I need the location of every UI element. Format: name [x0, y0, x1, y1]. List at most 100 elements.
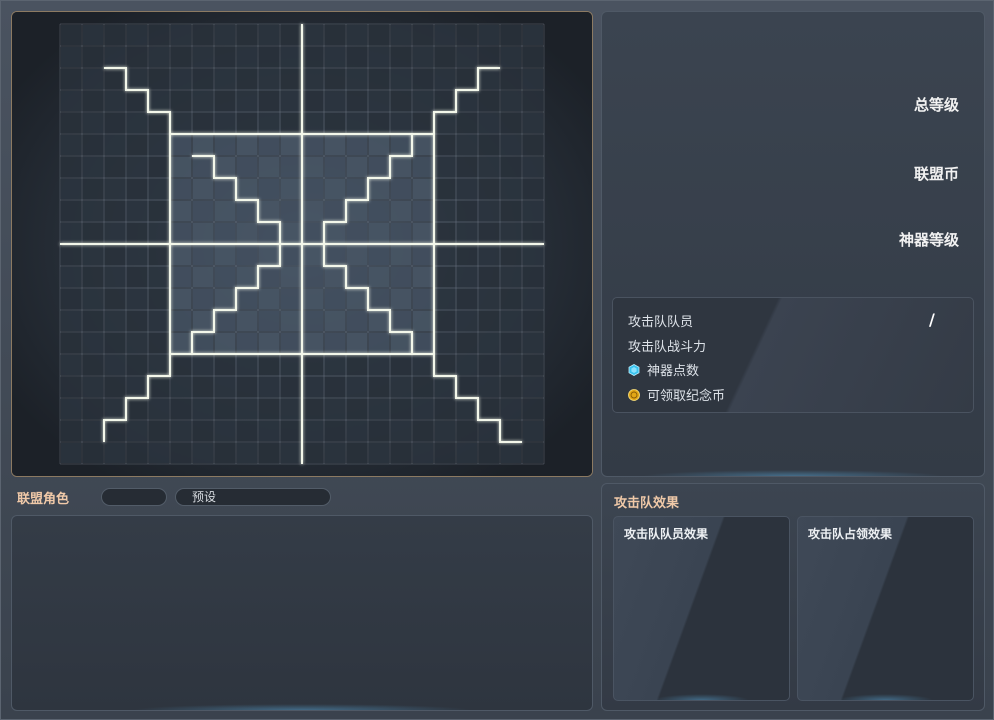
grid-cell — [523, 399, 543, 419]
grid-cell — [391, 47, 411, 67]
grid-cell — [281, 157, 301, 177]
grid-cell — [237, 443, 257, 463]
grid-cell — [523, 311, 543, 331]
grid-cell — [259, 135, 279, 155]
grid-cell — [193, 135, 213, 155]
grid-cell — [171, 267, 191, 287]
grid-cell — [105, 113, 125, 133]
grid-cell — [149, 443, 169, 463]
grid-cell — [413, 157, 433, 177]
grid-cell — [435, 179, 455, 199]
grid-cell — [237, 135, 257, 155]
grid-cell — [259, 311, 279, 331]
grid-cell — [303, 135, 323, 155]
gold-coin-icon — [628, 388, 640, 401]
union-grid-board[interactable] — [11, 11, 593, 477]
grid-cell — [457, 421, 477, 441]
grid-cell — [171, 223, 191, 243]
grid-cell — [369, 91, 389, 111]
grid-cell — [325, 47, 345, 67]
grid-cell — [61, 443, 81, 463]
grid-cell — [61, 355, 81, 375]
grid-cell — [435, 25, 455, 45]
grid-cell — [413, 245, 433, 265]
grid-cell — [303, 157, 323, 177]
power-label: 攻击队战斗力 — [628, 340, 707, 355]
grid-cell — [171, 25, 191, 45]
grid-cell — [83, 223, 103, 243]
grid-cell — [171, 399, 191, 419]
role-filter-input[interactable] — [101, 488, 167, 506]
grid-cell — [413, 399, 433, 419]
grid-cell — [259, 245, 279, 265]
grid-cell — [149, 135, 169, 155]
grid-cell — [149, 69, 169, 89]
grid-cell — [325, 289, 345, 309]
raid-effects-title: 攻击队效果 — [614, 496, 680, 511]
grid-cell — [281, 113, 301, 133]
grid-cell — [523, 25, 543, 45]
grid-cell — [171, 443, 191, 463]
grid-cell — [105, 135, 125, 155]
grid-cell — [391, 69, 411, 89]
card-glow — [838, 694, 933, 700]
grid-cell — [413, 91, 433, 111]
grid-cell — [259, 157, 279, 177]
raid-effects-panel: 攻击队效果 攻击队队员效果 攻击队占领效果 — [601, 483, 985, 711]
grid-cell — [105, 157, 125, 177]
grid-cell — [325, 201, 345, 221]
grid-cell — [413, 289, 433, 309]
alliance-roles-list[interactable] — [11, 515, 593, 711]
grid-cell — [193, 245, 213, 265]
grid-cell — [259, 399, 279, 419]
grid-cell — [347, 201, 367, 221]
grid-cell — [193, 311, 213, 331]
grid-cell — [479, 421, 499, 441]
grid-cell — [149, 113, 169, 133]
grid-cell — [237, 311, 257, 331]
grid-cell — [61, 113, 81, 133]
grid-cell — [325, 311, 345, 331]
grid-cell — [237, 69, 257, 89]
grid-cell — [435, 223, 455, 243]
grid-cell — [501, 245, 521, 265]
grid-cell — [501, 289, 521, 309]
grid-cell — [281, 333, 301, 353]
grid-cell — [501, 135, 521, 155]
grid-cell — [237, 91, 257, 111]
grid-cell — [325, 421, 345, 441]
grid-cell — [435, 355, 455, 375]
grid-cell — [281, 355, 301, 375]
grid-cell — [413, 135, 433, 155]
grid-cell — [303, 69, 323, 89]
grid-cell — [413, 267, 433, 287]
grid-cell — [281, 289, 301, 309]
grid-cell — [347, 91, 367, 111]
grid-cell — [347, 25, 367, 45]
grid-cell — [215, 201, 235, 221]
grid-cell — [457, 377, 477, 397]
grid-cell — [193, 157, 213, 177]
grid-cell — [193, 333, 213, 353]
grid-cell — [149, 245, 169, 265]
member-effect-card[interactable]: 攻击队队员效果 — [613, 516, 790, 701]
grid-cell — [457, 47, 477, 67]
grid-cell — [149, 267, 169, 287]
grid-cell — [347, 333, 367, 353]
grid-cell — [303, 311, 323, 331]
grid-cell — [347, 377, 367, 397]
grid-cell — [281, 267, 301, 287]
artifact-points-label: 神器点数 — [647, 364, 700, 379]
grid-cell — [391, 289, 411, 309]
grid-cell — [281, 245, 301, 265]
grid-cell — [127, 333, 147, 353]
grid-cell — [457, 289, 477, 309]
grid-cell — [259, 47, 279, 67]
grid-cell — [83, 47, 103, 67]
grid-cell — [347, 443, 367, 463]
grid-cell — [325, 267, 345, 287]
grid-cell — [171, 157, 191, 177]
occupy-effect-card[interactable]: 攻击队占领效果 — [797, 516, 974, 701]
preset-dropdown[interactable]: 预设 — [175, 488, 331, 506]
grid-cell — [259, 113, 279, 133]
